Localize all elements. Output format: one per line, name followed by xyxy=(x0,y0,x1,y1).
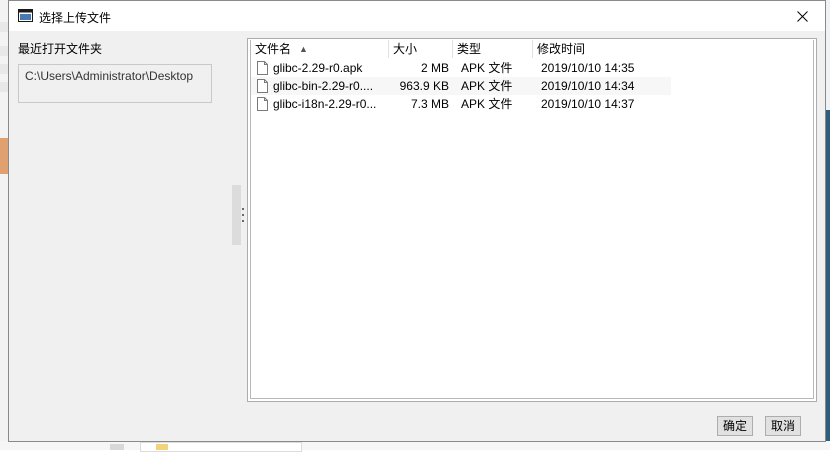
title-bar[interactable]: 选择上传文件 xyxy=(9,1,825,31)
file-type: APK 文件 xyxy=(461,97,513,111)
file-name: glibc-2.29-r0.apk xyxy=(273,61,363,75)
ok-button[interactable]: 确定 xyxy=(717,416,753,436)
background-item xyxy=(110,444,124,450)
column-header-modified[interactable]: 修改时间 xyxy=(533,40,671,58)
file-icon xyxy=(257,79,268,93)
column-header-size[interactable]: 大小 xyxy=(389,40,453,58)
recent-folder-item[interactable]: C:\Users\Administrator\Desktop xyxy=(18,64,212,103)
file-row[interactable]: glibc-2.29-r0.apk 2 MB APK 文件 2019/10/10… xyxy=(251,59,671,77)
file-row[interactable]: glibc-bin-2.29-r0.... 963.9 KB APK 文件 20… xyxy=(251,77,671,95)
column-header-name[interactable]: 文件名 ▲ xyxy=(251,40,389,58)
file-modified: 2019/10/10 14:37 xyxy=(541,97,635,111)
file-name: glibc-i18n-2.29-r0... xyxy=(273,97,377,111)
file-row[interactable]: glibc-i18n-2.29-r0... 7.3 MB APK 文件 2019… xyxy=(251,95,671,113)
file-size: 2 MB xyxy=(420,61,449,75)
dialog-title: 选择上传文件 xyxy=(39,11,112,25)
background-accent xyxy=(0,138,8,174)
file-name: glibc-bin-2.29-r0.... xyxy=(273,79,374,93)
file-type: APK 文件 xyxy=(461,79,513,93)
splitter-grip[interactable] xyxy=(242,208,245,230)
file-modified: 2019/10/10 14:34 xyxy=(541,79,635,93)
file-size: 7.3 MB xyxy=(410,97,449,111)
recent-folders-label: 最近打开文件夹 xyxy=(18,42,103,56)
upload-file-dialog: 选择上传文件 最近打开文件夹 C:\Users\Administrator\De… xyxy=(8,0,826,442)
file-list: 文件名 ▲ 大小 类型 修改时间 glibc-2.29-r0.apk 2 MB A… xyxy=(250,40,814,399)
file-type: APK 文件 xyxy=(461,61,513,75)
column-header-type[interactable]: 类型 xyxy=(453,40,533,58)
background-bottom-bar xyxy=(0,441,830,452)
file-icon xyxy=(257,61,268,75)
panel-splitter[interactable] xyxy=(232,185,241,245)
background-folder-icon xyxy=(156,444,168,450)
close-icon xyxy=(797,10,808,22)
file-icon xyxy=(257,97,268,111)
window-icon xyxy=(18,9,33,22)
file-size: 963.9 KB xyxy=(399,79,449,93)
close-button[interactable] xyxy=(780,1,825,31)
file-list-pane: 文件名 ▲ 大小 类型 修改时间 glibc-2.29-r0.apk 2 MB A… xyxy=(247,38,817,402)
sort-up-icon: ▲ xyxy=(299,44,308,54)
cancel-button[interactable]: 取消 xyxy=(765,416,801,436)
file-modified: 2019/10/10 14:35 xyxy=(541,61,635,75)
recent-folders-panel: 最近打开文件夹 C:\Users\Administrator\Desktop xyxy=(9,31,223,407)
